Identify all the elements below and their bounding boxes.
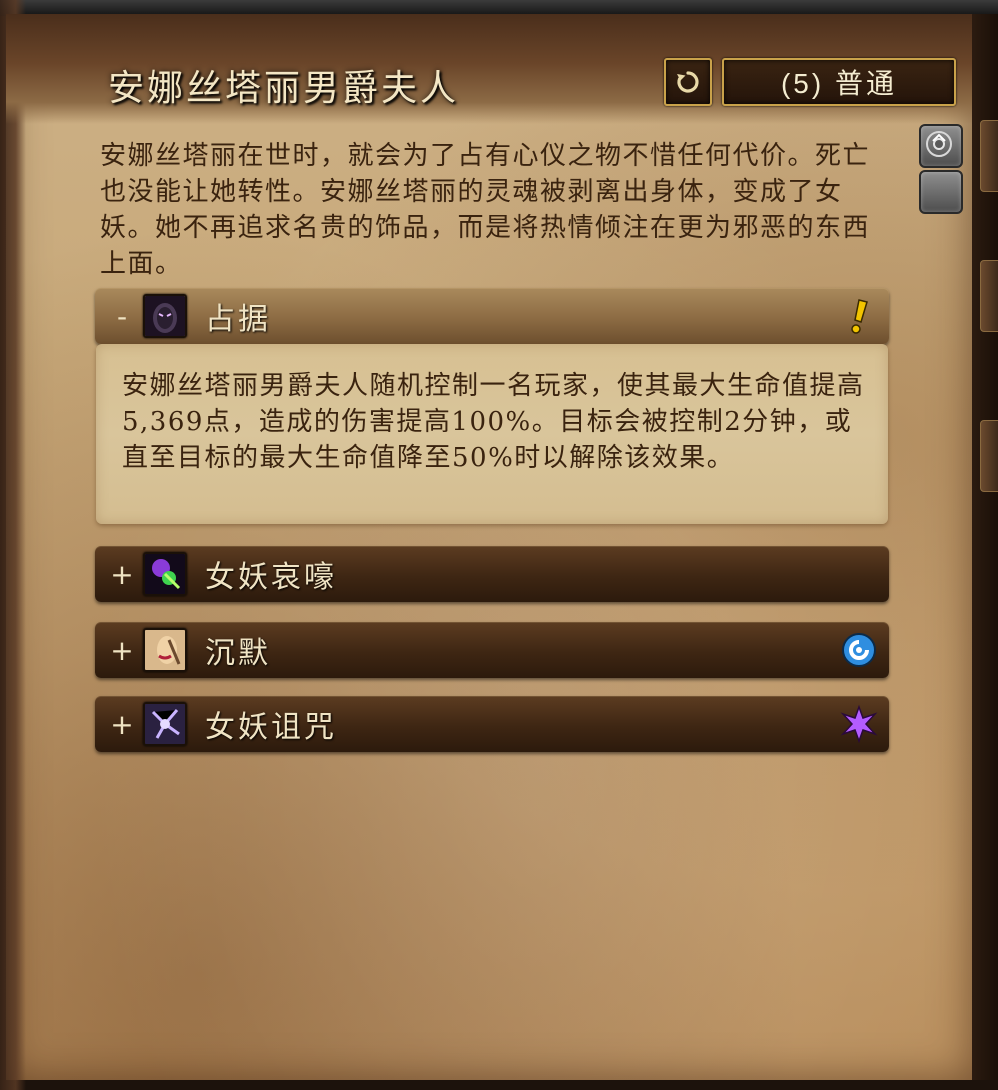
expand-toggle[interactable]: +: [105, 558, 139, 591]
ability-detail-text: 安娜丝塔丽男爵夫人随机控制一名玩家，使其最大生命值提高5,369点，造成的伤害提…: [122, 371, 865, 473]
difficulty-label: (5) 普通: [780, 68, 897, 99]
ability-name: 女妖诅咒: [205, 710, 337, 745]
ability-name: 占据: [205, 302, 271, 337]
ability-header-banshee-wail[interactable]: + 女妖哀嚎: [95, 546, 889, 602]
scroll-thumb[interactable]: [919, 170, 963, 214]
scroll-up-button[interactable]: [919, 124, 963, 168]
ability-name: 沉默: [205, 636, 271, 671]
interruptible-icon: [842, 633, 876, 667]
ability-name: 女妖哀嚎: [205, 560, 337, 595]
ability-header-banshee-curse[interactable]: + 女妖诅咒: [95, 696, 889, 752]
expand-toggle[interactable]: +: [105, 634, 139, 667]
scroll-up-icon: [926, 131, 952, 157]
expand-toggle[interactable]: +: [105, 708, 139, 741]
side-tab-1[interactable]: [980, 120, 998, 192]
side-tab-2[interactable]: [980, 260, 998, 332]
possess-icon: [143, 294, 187, 338]
silence-icon: [143, 628, 187, 672]
side-tab-3[interactable]: [980, 420, 998, 492]
magic-effect-icon: [840, 704, 878, 744]
left-border: [0, 0, 26, 1090]
encounter-title: 安娜丝塔丽男爵夫人: [108, 68, 460, 109]
important-exclamation-icon: [851, 299, 868, 334]
encounter-description: 安娜丝塔丽在世时，就会为了占有心仪之物不惜任何代价。死亡也没能让她转性。安娜丝塔…: [100, 141, 871, 279]
reset-icon: [677, 71, 699, 93]
banshee-wail-icon: [143, 552, 187, 596]
reset-button[interactable]: [664, 58, 712, 106]
ability-header-silence[interactable]: + 沉默: [95, 622, 889, 678]
collapse-toggle[interactable]: -: [105, 300, 139, 333]
ability-header-possess[interactable]: - 占据: [95, 288, 889, 344]
banshee-curse-icon: [143, 702, 187, 746]
difficulty-button[interactable]: (5) 普通: [722, 58, 956, 106]
